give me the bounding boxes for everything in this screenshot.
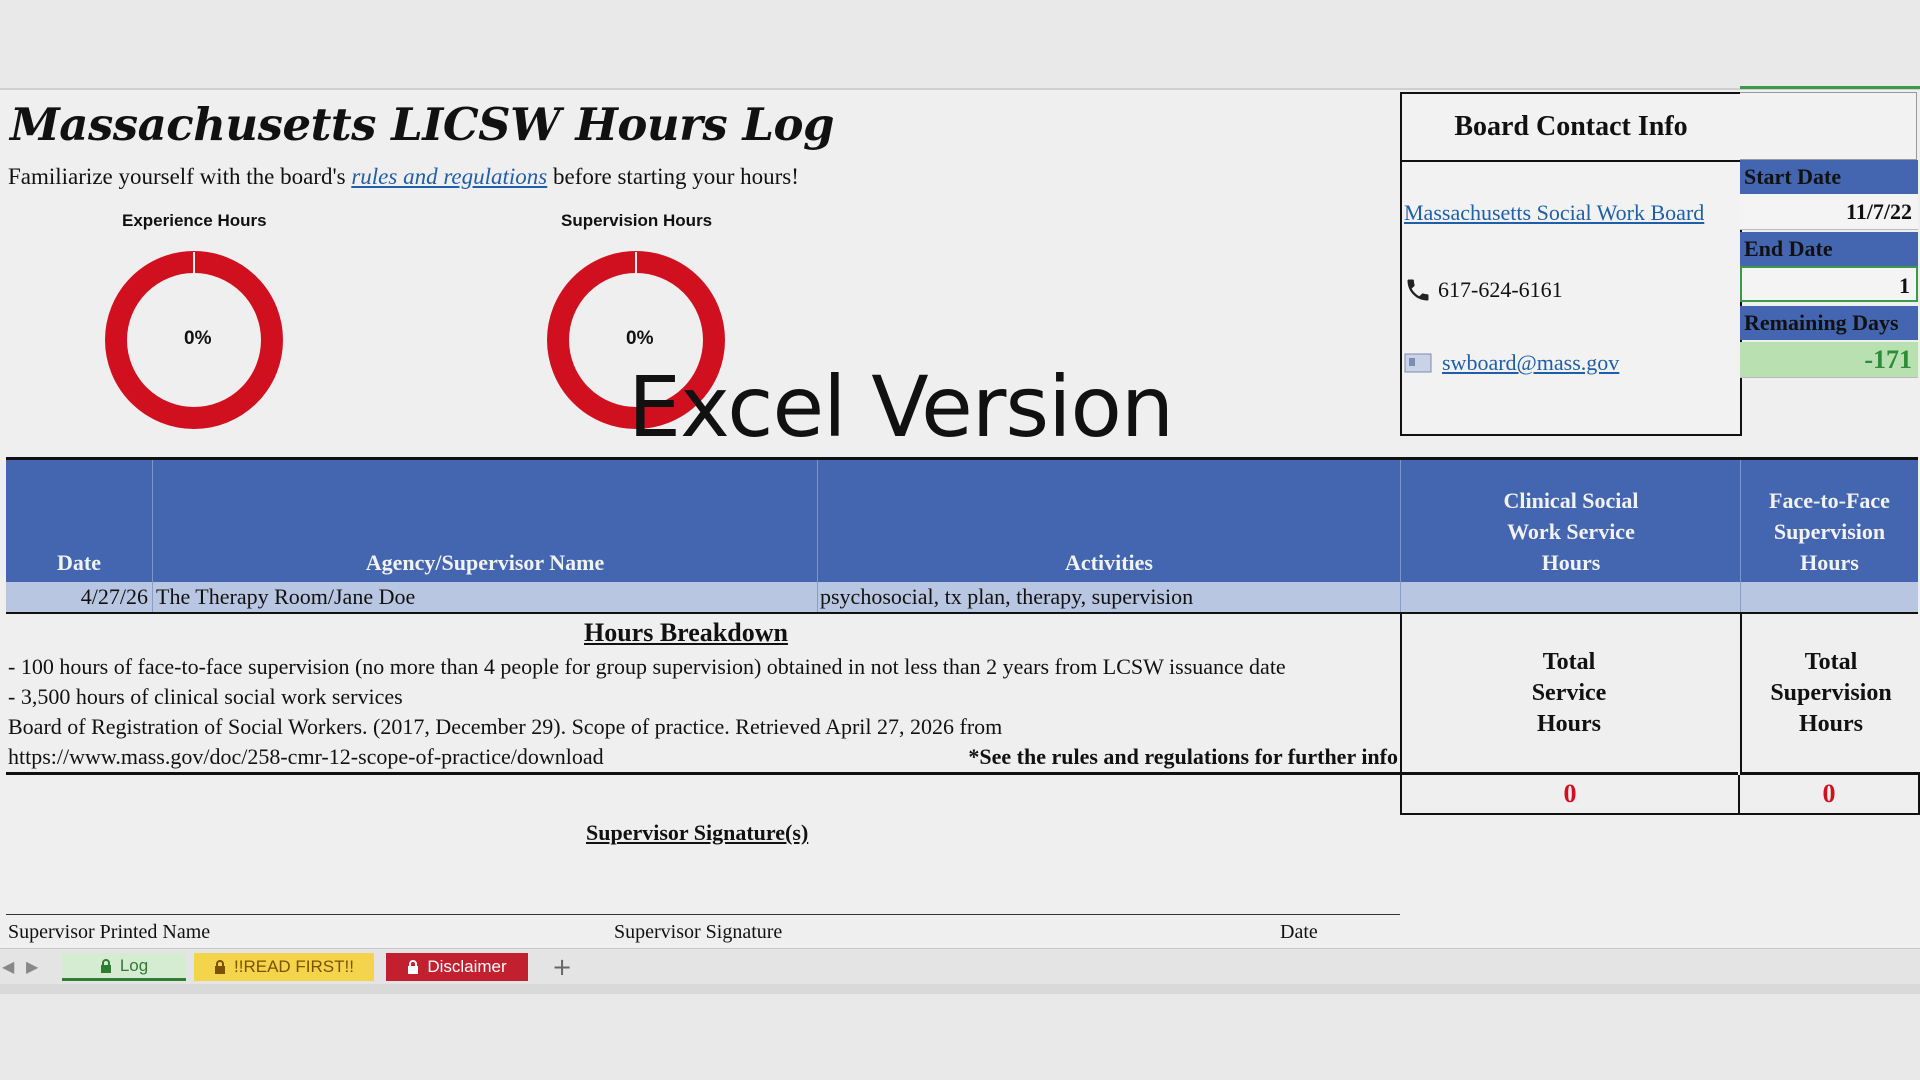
hours-breakdown-box: Hours Breakdown - 100 hours of face-to-f… — [6, 614, 1402, 775]
signature-date-label: Date — [1280, 921, 1318, 943]
intro-before: Familiarize yourself with the board's — [8, 164, 352, 189]
tab-disclaimer-label: Disclaimer — [427, 957, 507, 976]
social-work-board-link[interactable]: Massachusetts Social Work Board — [1404, 200, 1704, 226]
tab-read-first[interactable]: !!READ FIRST!! — [194, 953, 374, 981]
tab-log[interactable]: Log — [62, 953, 186, 981]
col-agency-header: Agency/Supervisor Name — [365, 550, 605, 575]
total-supervision-hours-value: 0 — [1738, 775, 1920, 815]
col-f2f-hours-header: Face-to-Face Supervision Hours — [1769, 488, 1890, 575]
intro-text: Familiarize yourself with the board's ru… — [8, 164, 799, 190]
col-date-header: Date — [57, 550, 101, 575]
tab-disclaimer[interactable]: Disclaimer — [386, 953, 528, 981]
row-date[interactable]: 4/27/26 — [6, 582, 148, 612]
intro-after: before starting your hours! — [547, 164, 799, 189]
sheet-tab-bar: ◀ ▶ Log !!READ FIRST!! Disclaimer + — [0, 948, 1920, 985]
phone-row: 617-624-6161 — [1404, 276, 1563, 304]
log-table-header: Date Agency/Supervisor Name Activities C… — [6, 457, 1918, 582]
phone-icon — [1407, 279, 1429, 301]
col-activities-header: Activities — [1065, 550, 1153, 575]
rules-regulations-link[interactable]: rules and regulations — [351, 164, 547, 189]
grid-line — [0, 88, 1920, 90]
total-supervision-hours-label: Total Supervision Hours — [1740, 614, 1920, 775]
row-activities[interactable]: psychosocial, tx plan, therapy, supervis… — [820, 582, 1193, 612]
hours-breakdown-title: Hours Breakdown — [584, 618, 788, 647]
start-date-value[interactable]: 11/7/22 — [1740, 194, 1918, 230]
tab-read-first-label: !!READ FIRST!! — [234, 957, 354, 976]
lock-icon — [408, 960, 419, 974]
remaining-days-value: -171 — [1740, 342, 1918, 378]
total-service-hours-label: Total Service Hours — [1400, 614, 1738, 775]
scroll-right-icon[interactable]: ▶ — [26, 957, 38, 976]
row-separator — [1740, 582, 1741, 612]
board-contact-title: Board Contact Info — [1402, 94, 1740, 162]
date-panel-top-cell[interactable] — [1740, 92, 1917, 160]
lock-icon — [100, 958, 111, 973]
table-row[interactable]: 4/27/26 The Therapy Room/Jane Doe psycho… — [6, 582, 1918, 614]
row-separator — [152, 582, 153, 612]
supervisor-signatures-title: Supervisor Signature(s) — [586, 820, 809, 845]
start-date-label: Start Date — [1740, 160, 1918, 194]
board-contact-box: Board Contact Info — [1400, 92, 1742, 436]
excel-version-overlay: Excel Version — [628, 358, 1174, 456]
status-bar — [0, 984, 1920, 994]
signature-line — [6, 914, 1400, 915]
experience-percent: 0% — [184, 328, 212, 349]
tab-log-label: Log — [119, 955, 149, 975]
selected-cell-border — [1740, 86, 1920, 89]
row-separator — [817, 582, 818, 612]
remaining-days-label: Remaining Days — [1740, 306, 1918, 340]
supervision-hours-label: Supervision Hours — [561, 211, 713, 230]
end-date-input[interactable]: 1 — [1740, 266, 1918, 302]
breakdown-line: - 3,500 hours of clinical social work se… — [8, 684, 403, 709]
supervisor-signature-label: Supervisor Signature — [614, 921, 783, 943]
email-row: swboard@mass.gov — [1404, 350, 1619, 376]
email-icon — [1404, 353, 1432, 373]
row-separator — [1400, 582, 1401, 612]
scroll-left-icon[interactable]: ◀ — [2, 957, 14, 976]
supervisor-printed-name-label: Supervisor Printed Name — [8, 921, 211, 943]
experience-hours-label: Experience Hours — [122, 211, 267, 230]
rules-note: *See the rules and regulations for furth… — [968, 744, 1398, 769]
total-supervision-label-text: Total Supervision Hours — [1770, 648, 1892, 737]
add-sheet-button[interactable]: + — [552, 953, 572, 981]
email-link[interactable]: swboard@mass.gov — [1442, 350, 1619, 376]
col-clinical-hours-header: Clinical Social Work Service Hours — [1503, 488, 1639, 575]
phone-number: 617-624-6161 — [1438, 277, 1563, 302]
breakdown-line: - 100 hours of face-to-face supervision … — [8, 654, 1286, 679]
end-date-label: End Date — [1740, 232, 1918, 266]
page-title: Massachusetts LICSW Hours Log — [10, 98, 834, 151]
total-service-hours-value: 0 — [1400, 775, 1740, 815]
lock-icon — [215, 960, 226, 974]
citation-line: Board of Registration of Social Workers.… — [8, 714, 1003, 739]
total-service-label-text: Total Service Hours — [1531, 648, 1607, 737]
citation-url: https://www.mass.gov/doc/258-cmr-12-scop… — [8, 744, 604, 769]
row-agency[interactable]: The Therapy Room/Jane Doe — [156, 582, 415, 612]
supervision-percent: 0% — [626, 328, 654, 349]
